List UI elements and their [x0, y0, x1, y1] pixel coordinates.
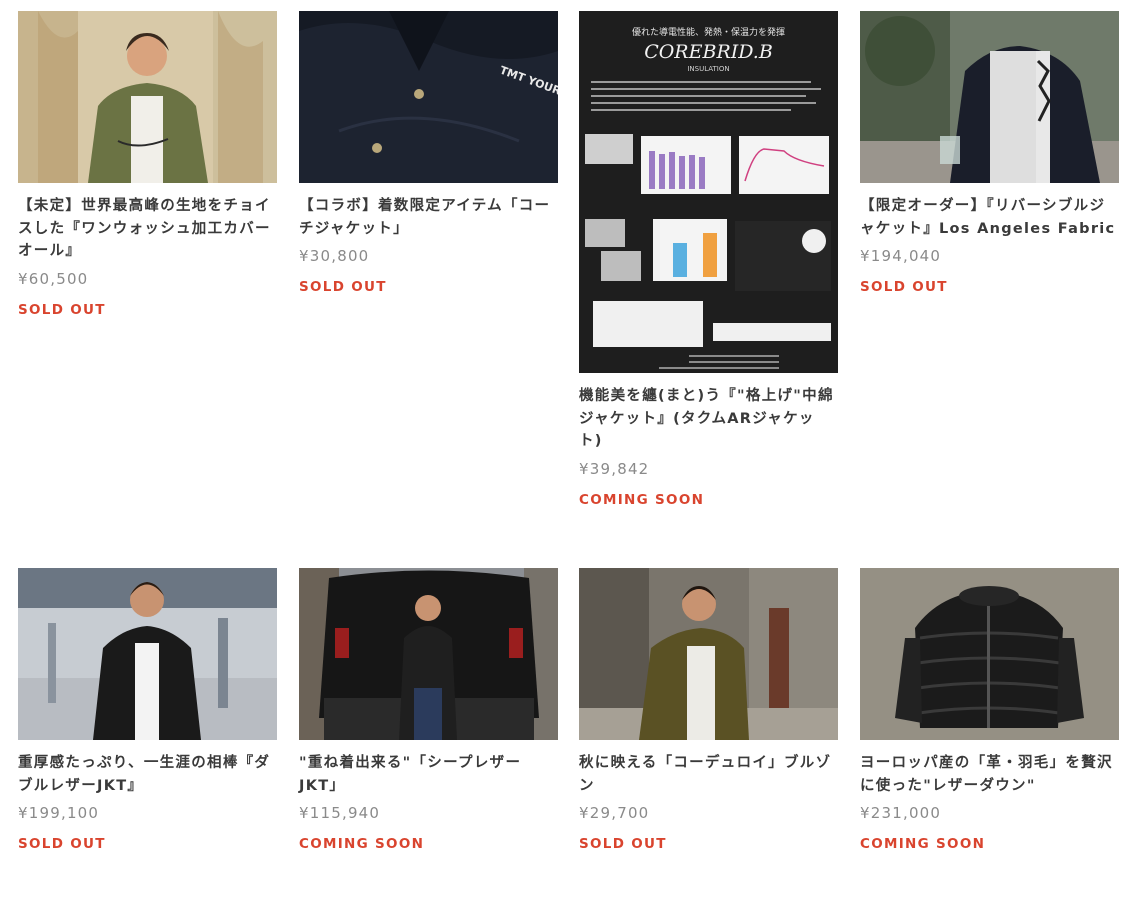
- product-image[interactable]: [579, 568, 838, 740]
- product-price: ¥115,940: [299, 804, 381, 822]
- product-card-leather-down[interactable]: ヨーロッパ産の「革・羽毛」を贅沢に使った"レザーダウン" ¥231,000 CO…: [860, 568, 1119, 852]
- product-price: ¥30,800: [299, 247, 370, 265]
- product-title[interactable]: 秋に映える「コーデュロイ」ブルゾン: [579, 752, 838, 797]
- status-badge: SOLD OUT: [18, 301, 106, 318]
- product-price: ¥199,100: [18, 804, 100, 822]
- status-badge: COMING SOON: [579, 491, 705, 508]
- product-card-coach-jacket[interactable]: TMT YOURS 【コラボ】着数限定アイテム「コーチジャケット」 ¥30,80…: [299, 11, 558, 295]
- flyer-logo: COREBRID.B: [644, 41, 773, 63]
- status-badge: COMING SOON: [299, 836, 425, 852]
- product-price: ¥39,842: [579, 459, 650, 478]
- flyer-heading: 優れた導電性能、発熱・保温力を発揮: [632, 26, 785, 38]
- status-badge: COMING SOON: [860, 836, 986, 852]
- product-image[interactable]: [18, 11, 277, 183]
- product-title[interactable]: 【未定】世界最高峰の生地をチョイスした『ワンウォッシュ加工カバーオール』: [18, 195, 277, 263]
- product-image[interactable]: TMT YOURS: [299, 11, 558, 183]
- product-card-padded-jacket[interactable]: 優れた導電性能、発熱・保温力を発揮 COREBRID.B INSULATION: [579, 11, 838, 508]
- product-card-sheep-leather[interactable]: "重ね着出来る"「シープレザーJKT」 ¥115,940 COMING SOON: [299, 568, 558, 852]
- product-card-reversible-jacket[interactable]: 【限定オーダー】『リバーシブルジャケット』Los Angeles Fabric …: [860, 11, 1119, 295]
- status-badge: SOLD OUT: [860, 279, 948, 295]
- status-badge: SOLD OUT: [18, 836, 106, 852]
- status-badge: SOLD OUT: [299, 279, 387, 295]
- product-price: ¥60,500: [18, 269, 89, 288]
- product-image[interactable]: [860, 568, 1119, 740]
- status-badge: SOLD OUT: [579, 836, 667, 852]
- product-image[interactable]: [299, 568, 558, 740]
- product-image[interactable]: [18, 568, 277, 740]
- product-title[interactable]: "重ね着出来る"「シープレザーJKT」: [299, 752, 558, 797]
- product-title[interactable]: 【コラボ】着数限定アイテム「コーチジャケット」: [299, 195, 558, 240]
- product-title[interactable]: 【限定オーダー】『リバーシブルジャケット』Los Angeles Fabric: [860, 195, 1119, 240]
- product-card-double-leather[interactable]: 重厚感たっぷり、一生涯の相棒『ダブルレザーJKT』 ¥199,100 SOLD …: [18, 568, 277, 852]
- product-card-corduroy-blouson[interactable]: 秋に映える「コーデュロイ」ブルゾン ¥29,700 SOLD OUT: [579, 568, 838, 852]
- product-price: ¥194,040: [860, 247, 942, 265]
- product-price: ¥231,000: [860, 804, 942, 822]
- flyer-sub: INSULATION: [687, 65, 729, 73]
- product-title[interactable]: ヨーロッパ産の「革・羽毛」を贅沢に使った"レザーダウン": [860, 752, 1119, 797]
- product-image[interactable]: [860, 11, 1119, 183]
- product-card-coverall[interactable]: 【未定】世界最高峰の生地をチョイスした『ワンウォッシュ加工カバーオール』 ¥60…: [18, 11, 277, 318]
- product-price: ¥29,700: [579, 804, 650, 822]
- product-title[interactable]: 重厚感たっぷり、一生涯の相棒『ダブルレザーJKT』: [18, 752, 277, 797]
- product-title[interactable]: 機能美を纏(まと)う『"格上げ"中綿ジャケット』(タクムARジャケット): [579, 385, 838, 453]
- product-image[interactable]: 優れた導電性能、発熱・保温力を発揮 COREBRID.B INSULATION: [579, 11, 838, 373]
